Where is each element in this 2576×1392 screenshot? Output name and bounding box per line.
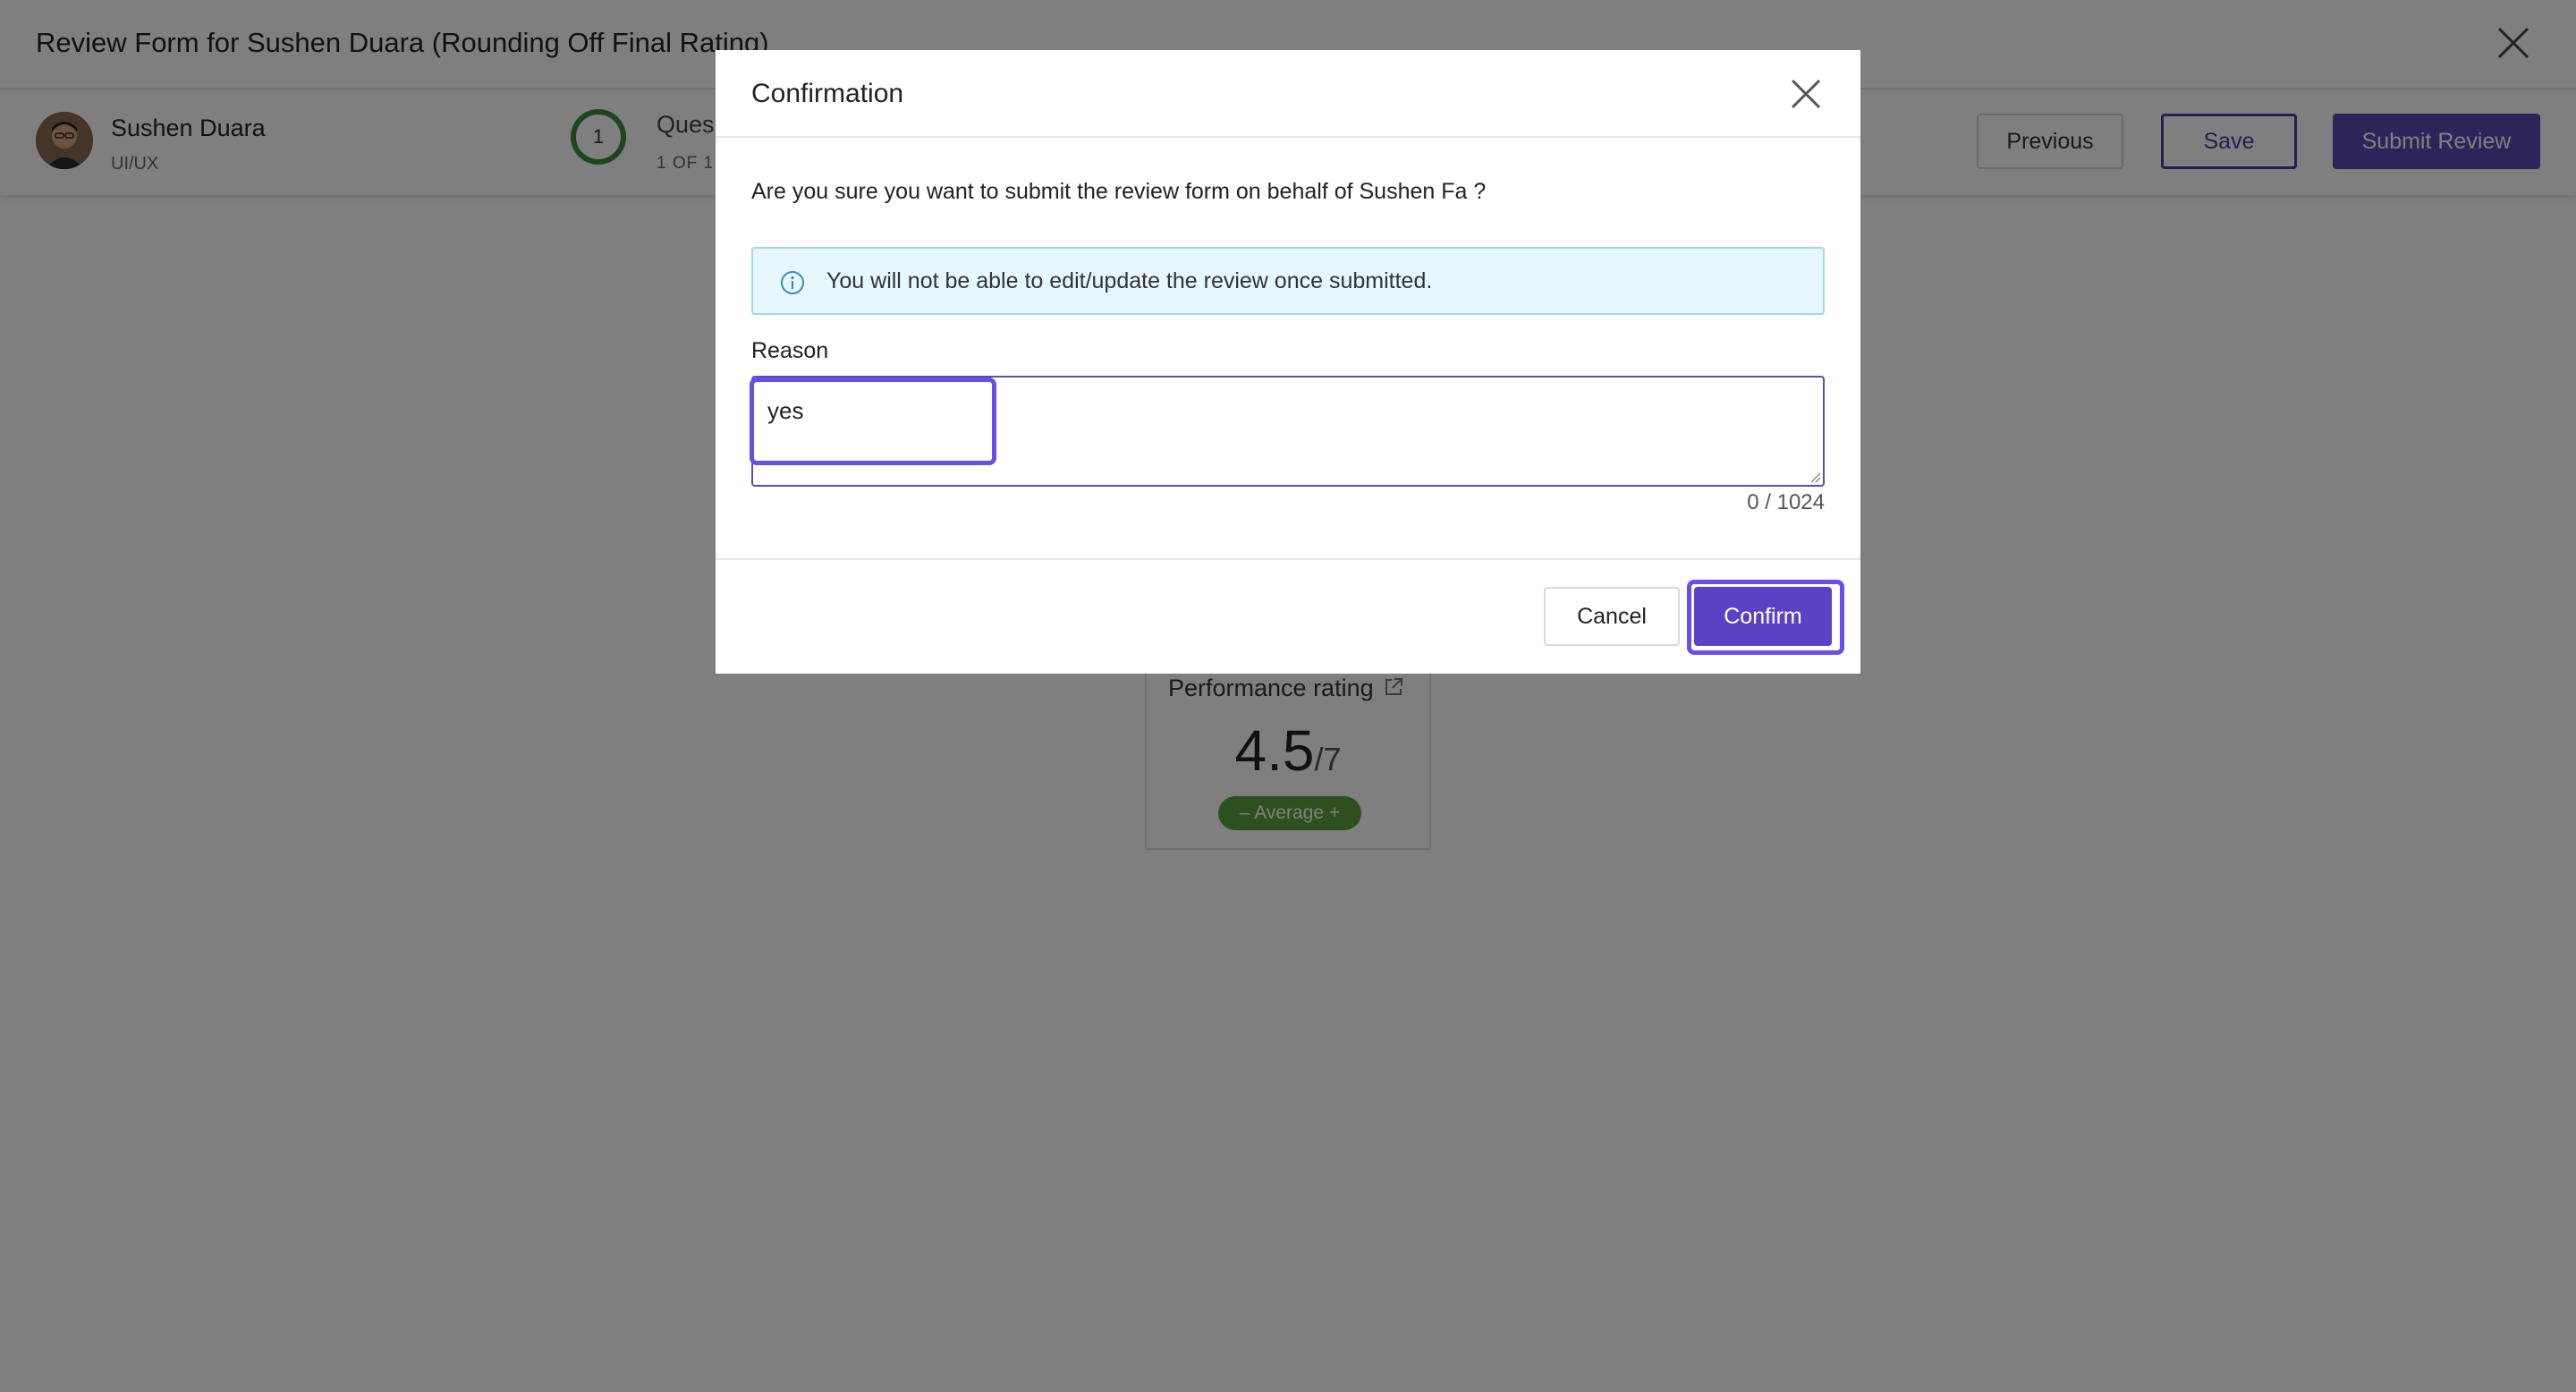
info-alert: You will not be able to edit/update the …	[751, 247, 1825, 315]
cancel-button[interactable]: Cancel	[1544, 587, 1680, 646]
dialog-footer-divider	[716, 558, 1860, 560]
confirmation-dialog: Confirmation Are you sure you want to su…	[716, 50, 1860, 674]
close-icon[interactable]	[1789, 77, 1823, 111]
character-count: 0 / 1024	[1747, 490, 1825, 514]
confirmation-question: Are you sure you want to submit the revi…	[751, 179, 1487, 204]
confirm-button-highlight	[1687, 580, 1844, 655]
reason-label: Reason	[751, 338, 829, 363]
dialog-title: Confirmation	[751, 79, 904, 108]
resize-handle-icon[interactable]	[1807, 469, 1821, 483]
info-text: You will not be able to edit/update the …	[826, 268, 1433, 293]
dialog-header: Confirmation	[716, 50, 1860, 138]
info-icon	[781, 271, 804, 294]
reason-text-highlight	[750, 378, 996, 465]
